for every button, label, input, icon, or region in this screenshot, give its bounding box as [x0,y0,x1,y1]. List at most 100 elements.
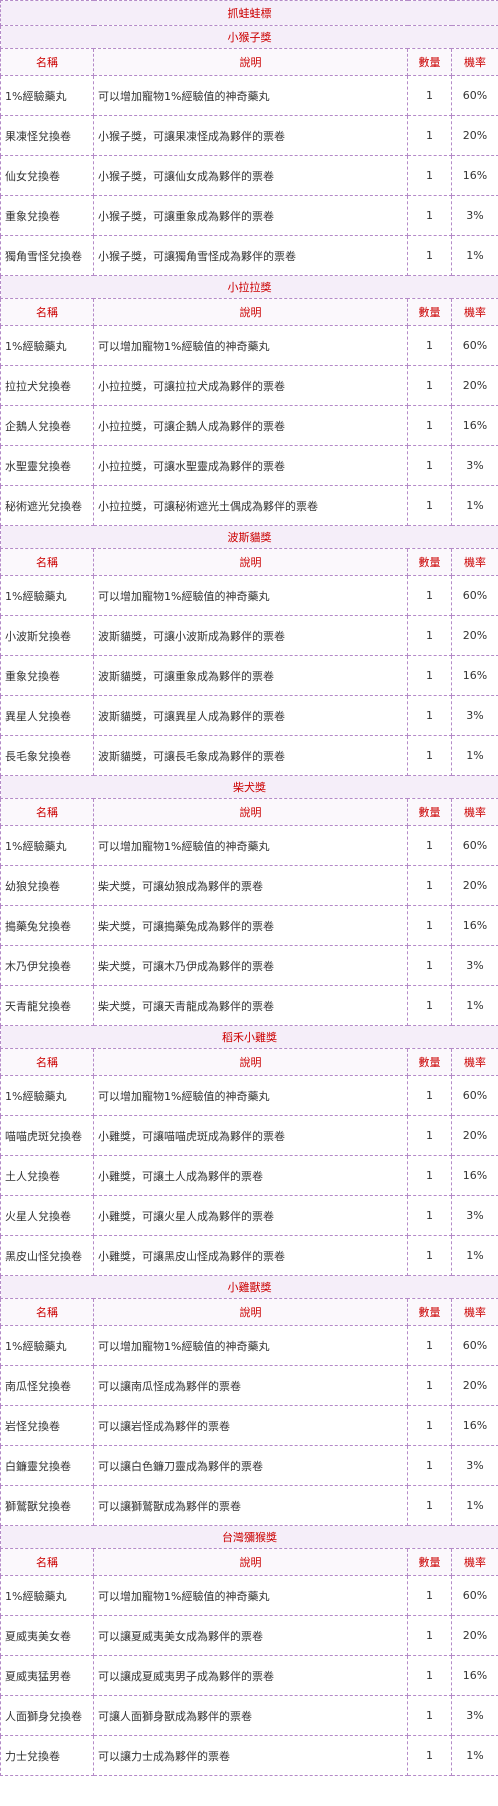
header-name: 名稱 [0,798,94,826]
item-name: 人面獅身兌換卷 [0,1695,94,1736]
item-quantity: 1 [407,1155,452,1196]
item-quantity: 1 [407,485,452,526]
item-quantity: 1 [407,445,452,486]
item-description: 小拉拉獎，可讓秘術遮光土偶成為夥伴的票卷 [93,485,408,526]
item-description: 可以讓白色鐮刀靈成為夥伴的票卷 [93,1445,408,1486]
item-name: 重象兌換卷 [0,195,94,236]
item-description: 小拉拉獎，可讓拉拉犬成為夥伴的票卷 [93,365,408,406]
item-rate: 20% [451,1365,498,1406]
item-quantity: 1 [407,945,452,986]
item-name: 小波斯兌換卷 [0,615,94,656]
header-rate: 機率 [451,48,498,76]
item-rate: 1% [451,1735,498,1776]
header-rate: 機率 [451,1298,498,1326]
item-quantity: 1 [407,1365,452,1406]
table-row: 天青龍兌換卷 柴犬獎，可讓天青龍成為夥伴的票卷 1 1% [0,985,498,1026]
item-description: 柴犬獎，可讓幼狼成為夥伴的票卷 [93,865,408,906]
header-row: 名稱 說明 數量 機率 [0,1048,498,1076]
table-row: 力士兌換卷 可以讓力士成為夥伴的票卷 1 1% [0,1735,498,1776]
item-description: 可以增加寵物1%經驗值的神奇藥丸 [93,575,408,616]
item-rate: 20% [451,865,498,906]
table-row: 企鵝人兌換卷 小拉拉獎，可讓企鵝人成為夥伴的票卷 1 16% [0,405,498,446]
item-quantity: 1 [407,905,452,946]
item-description: 小拉拉獎，可讓企鵝人成為夥伴的票卷 [93,405,408,446]
item-rate: 1% [451,735,498,776]
item-name: 白鐮靈兌換卷 [0,1445,94,1486]
item-description: 小猴子獎，可讓果凍怪成為夥伴的票卷 [93,115,408,156]
item-description: 小雞獎，可讓火星人成為夥伴的票卷 [93,1195,408,1236]
item-quantity: 1 [407,235,452,276]
item-description: 可以增加寵物1%經驗值的神奇藥丸 [93,825,408,866]
header-description: 說明 [93,548,408,576]
section-title-row: 稻禾小雞獎 [0,1025,498,1049]
table-row: 1%經驗藥丸 可以增加寵物1%經驗值的神奇藥丸 1 60% [0,825,498,866]
item-name: 幼狼兌換卷 [0,865,94,906]
item-rate: 16% [451,155,498,196]
item-quantity: 1 [407,155,452,196]
header-row: 名稱 說明 數量 機率 [0,548,498,576]
item-description: 可以讓力士成為夥伴的票卷 [93,1735,408,1776]
section-title: 波斯貓獎 [0,525,498,549]
item-rate: 60% [451,1075,498,1116]
item-description: 可以讓成夏威夷男子成為夥伴的票卷 [93,1655,408,1696]
item-quantity: 1 [407,1445,452,1486]
item-rate: 20% [451,615,498,656]
item-rate: 3% [451,1195,498,1236]
item-quantity: 1 [407,575,452,616]
header-quantity: 數量 [407,548,452,576]
table-row: 白鐮靈兌換卷 可以讓白色鐮刀靈成為夥伴的票卷 1 3% [0,1445,498,1486]
table-row: 重象兌換卷 波斯貓獎，可讓重象成為夥伴的票卷 1 16% [0,655,498,696]
item-name: 南瓜怪兌換卷 [0,1365,94,1406]
item-rate: 1% [451,985,498,1026]
item-name: 拉拉犬兌換卷 [0,365,94,406]
item-name: 秘術遮光兌換卷 [0,485,94,526]
item-quantity: 1 [407,1615,452,1656]
item-name: 夏威夷猛男卷 [0,1655,94,1696]
item-quantity: 1 [407,1735,452,1776]
table-row: 木乃伊兌換卷 柴犬獎，可讓木乃伊成為夥伴的票卷 1 3% [0,945,498,986]
table-row: 1%經驗藥丸 可以增加寵物1%經驗值的神奇藥丸 1 60% [0,75,498,116]
header-quantity: 數量 [407,1048,452,1076]
item-description: 柴犬獎，可讓天青龍成為夥伴的票卷 [93,985,408,1026]
item-name: 1%經驗藥丸 [0,575,94,616]
header-rate: 機率 [451,1548,498,1576]
item-quantity: 1 [407,325,452,366]
item-description: 小拉拉獎，可讓水聖靈成為夥伴的票卷 [93,445,408,486]
item-rate: 60% [451,575,498,616]
item-quantity: 1 [407,655,452,696]
item-description: 可讓人面獅身獸成為夥伴的票卷 [93,1695,408,1736]
section-title: 台灣獼猴獎 [0,1525,498,1549]
item-description: 可以增加寵物1%經驗值的神奇藥丸 [93,325,408,366]
table-row: 1%經驗藥丸 可以增加寵物1%經驗值的神奇藥丸 1 60% [0,325,498,366]
header-description: 說明 [93,1548,408,1576]
item-name: 仙女兌換卷 [0,155,94,196]
item-name: 黑皮山怪兌換卷 [0,1235,94,1276]
item-description: 可以增加寵物1%經驗值的神奇藥丸 [93,1325,408,1366]
table-row: 幼狼兌換卷 柴犬獎，可讓幼狼成為夥伴的票卷 1 20% [0,865,498,906]
item-description: 小猴子獎，可讓獨角雪怪成為夥伴的票卷 [93,235,408,276]
item-rate: 20% [451,365,498,406]
table-row: 拉拉犬兌換卷 小拉拉獎，可讓拉拉犬成為夥伴的票卷 1 20% [0,365,498,406]
item-rate: 16% [451,1405,498,1446]
section-title-row: 波斯貓獎 [0,525,498,549]
item-rate: 60% [451,1325,498,1366]
item-rate: 60% [451,75,498,116]
table-row: 果凍怪兌換卷 小猴子獎，可讓果凍怪成為夥伴的票卷 1 20% [0,115,498,156]
table-row: 搗藥兔兌換卷 柴犬獎，可讓搗藥兔成為夥伴的票卷 1 16% [0,905,498,946]
item-quantity: 1 [407,1575,452,1616]
item-quantity: 1 [407,985,452,1026]
item-rate: 3% [451,695,498,736]
item-rate: 20% [451,1615,498,1656]
item-name: 喵喵虎斑兌換卷 [0,1115,94,1156]
header-quantity: 數量 [407,298,452,326]
item-quantity: 1 [407,1115,452,1156]
item-description: 柴犬獎，可讓搗藥兔成為夥伴的票卷 [93,905,408,946]
table-row: 人面獅身兌換卷 可讓人面獅身獸成為夥伴的票卷 1 3% [0,1695,498,1736]
item-rate: 16% [451,1155,498,1196]
item-rate: 16% [451,405,498,446]
item-name: 岩怪兌換卷 [0,1405,94,1446]
item-name: 1%經驗藥丸 [0,1075,94,1116]
item-quantity: 1 [407,1485,452,1526]
item-rate: 60% [451,1575,498,1616]
table-title-row: 抓蛙蛙標 [0,0,498,26]
